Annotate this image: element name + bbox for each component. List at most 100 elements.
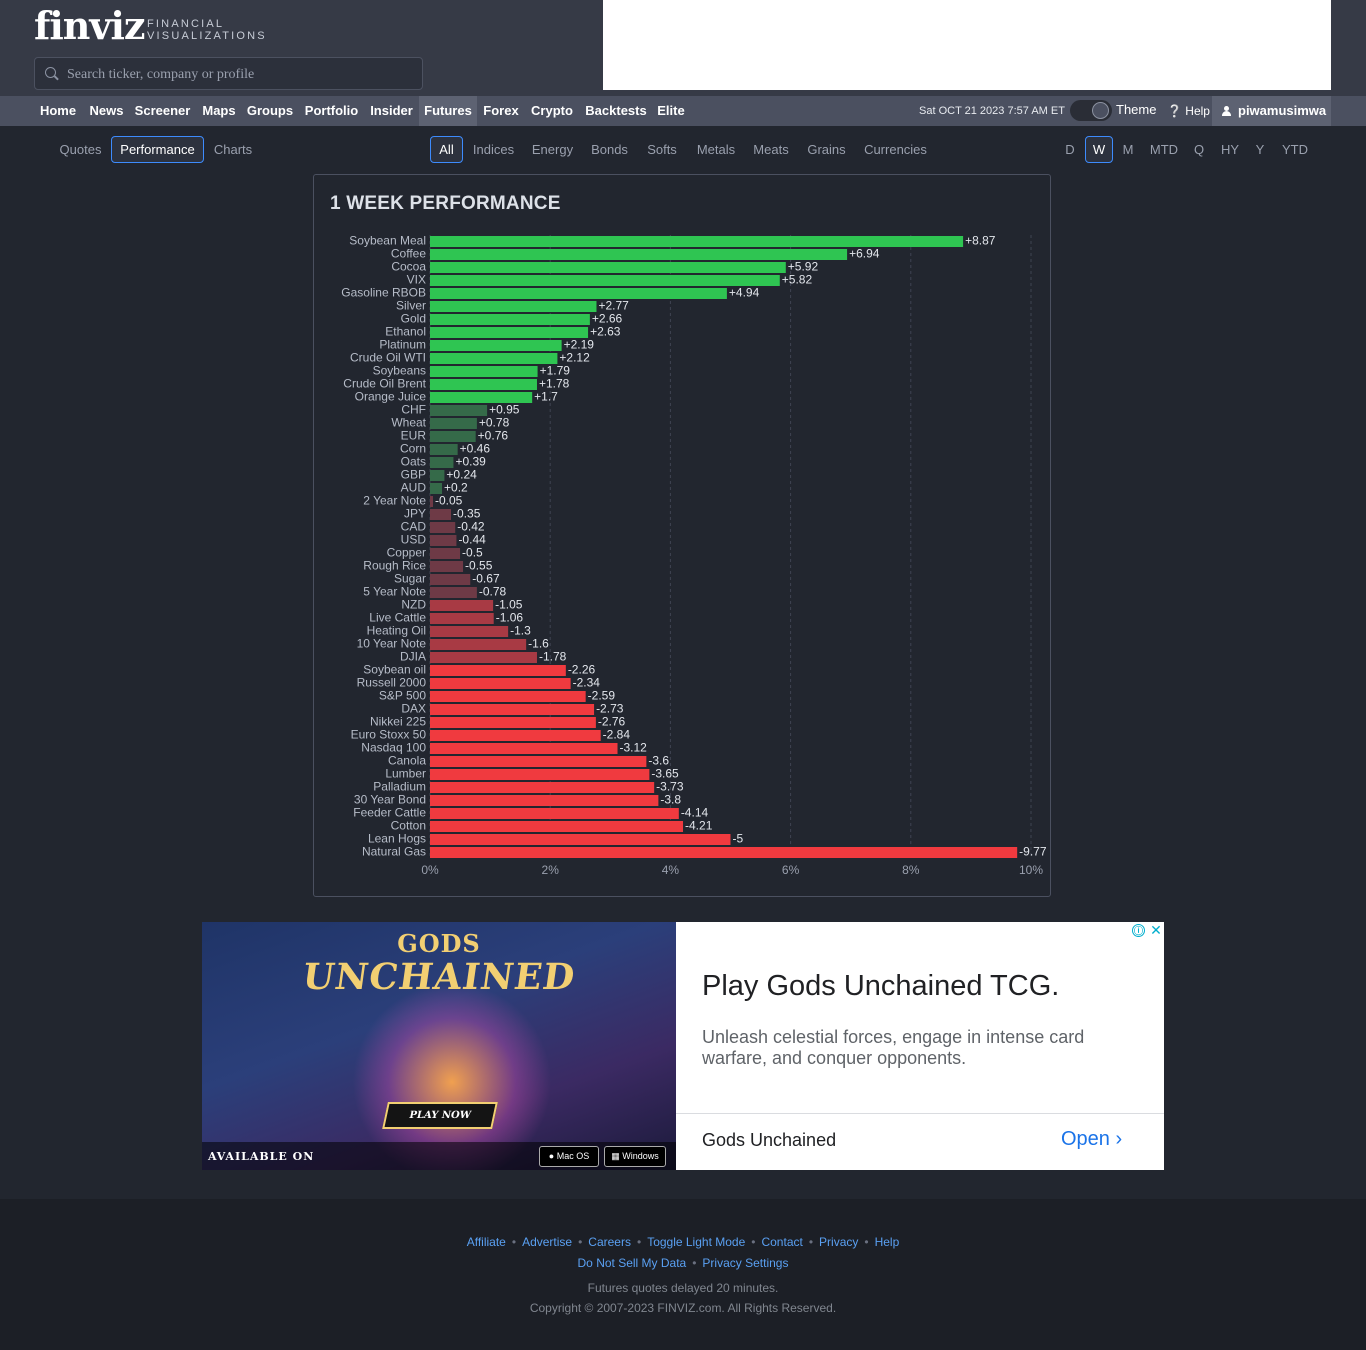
bar-soybean-meal[interactable] (430, 236, 964, 247)
nav-maps[interactable]: Maps (198, 96, 240, 126)
nav-screener[interactable]: Screener (131, 96, 194, 126)
footer-link-privacy[interactable]: Privacy (819, 1235, 858, 1249)
bar-eur[interactable] (430, 431, 476, 442)
top-ad-banner[interactable] (603, 0, 1331, 90)
bar-gbp[interactable] (430, 470, 445, 481)
ad-open-button[interactable]: Open › (1061, 1128, 1122, 1151)
bar-russell-2000[interactable] (430, 678, 571, 689)
view-tab-quotes[interactable]: Quotes (52, 136, 109, 163)
view-tab-performance[interactable]: Performance (111, 136, 204, 163)
group-tab-energy[interactable]: Energy (526, 136, 579, 163)
bar-orange-juice[interactable] (430, 392, 533, 403)
ad-headline[interactable]: Play Gods Unchained TCG. (702, 970, 1059, 1003)
finviz-logo[interactable]: finviz FINANCIAL VISUALIZATIONS (34, 6, 265, 46)
bar-ethanol[interactable] (430, 327, 589, 338)
bar-crude-oil-brent[interactable] (430, 379, 537, 390)
group-tab-meats[interactable]: Meats (747, 136, 795, 163)
footer-link-do-not-sell-my-data[interactable]: Do Not Sell My Data (578, 1256, 687, 1270)
bar-lumber[interactable] (430, 769, 650, 780)
bar-vix[interactable] (430, 275, 780, 286)
ad-brand-name[interactable]: Gods Unchained (702, 1130, 836, 1151)
group-tab-all[interactable]: All (430, 136, 463, 163)
bar-natural-gas[interactable] (430, 847, 1018, 858)
bar-euro-stoxx-50[interactable] (430, 730, 601, 741)
view-tab-charts[interactable]: Charts (205, 136, 261, 163)
bar-gold[interactable] (430, 314, 590, 325)
bar-gasoline-rbob[interactable] (430, 288, 727, 299)
period-tab-w[interactable]: W (1085, 136, 1113, 163)
bar-nikkei-225[interactable] (430, 717, 596, 728)
group-tab-grains[interactable]: Grains (802, 136, 851, 163)
nav-news[interactable]: News (84, 96, 129, 126)
bar-cocoa[interactable] (430, 262, 786, 273)
footer-link-affiliate[interactable]: Affiliate (467, 1235, 506, 1249)
bar-nzd[interactable] (430, 600, 494, 611)
bar-canola[interactable] (430, 756, 647, 767)
nav-forex[interactable]: Forex (479, 96, 523, 126)
bar-nasdaq-100[interactable] (430, 743, 618, 754)
bar-heating-oil[interactable] (430, 626, 509, 637)
footer-link-careers[interactable]: Careers (588, 1235, 631, 1249)
bar-dax[interactable] (430, 704, 595, 715)
period-tab-q[interactable]: Q (1188, 136, 1210, 163)
footer-link-contact[interactable]: Contact (761, 1235, 802, 1249)
bar-10-year-note[interactable] (430, 639, 527, 650)
bar-30-year-bond[interactable] (430, 795, 659, 806)
bar-chf[interactable] (430, 405, 488, 416)
bar-platinum[interactable] (430, 340, 562, 351)
footer-link-help[interactable]: Help (875, 1235, 900, 1249)
nav-crypto[interactable]: Crypto (525, 96, 579, 126)
theme-toggle[interactable] (1070, 100, 1112, 121)
bar-soybean-oil[interactable] (430, 665, 566, 676)
ad-close-icon[interactable]: ✕ (1149, 922, 1163, 938)
bar-cad[interactable] (430, 522, 456, 533)
bar-djia[interactable] (430, 652, 537, 663)
bar-rough-rice[interactable] (430, 561, 464, 572)
sponsored-ad[interactable]: GODS UNCHAINED PLAY NOW AVAILABLE ON ● M… (202, 922, 1164, 1170)
nav-backtests[interactable]: Backtests (580, 96, 652, 126)
search-box[interactable] (34, 57, 423, 91)
bar-feeder-cattle[interactable] (430, 808, 679, 819)
footer-link-advertise[interactable]: Advertise (522, 1235, 572, 1249)
bar-2-year-note[interactable] (430, 496, 434, 507)
nav-elite[interactable]: Elite (652, 96, 690, 126)
nav-portfolio[interactable]: Portfolio (300, 96, 363, 126)
bar-lean-hogs[interactable] (430, 834, 731, 845)
theme-label[interactable]: Theme (1116, 96, 1156, 124)
nav-groups[interactable]: Groups (243, 96, 297, 126)
group-tab-softs[interactable]: Softs (640, 136, 684, 163)
ad-info-icon[interactable]: ⓘ (1132, 924, 1145, 937)
bar-s-p-500[interactable] (430, 691, 586, 702)
bar-copper[interactable] (430, 548, 461, 559)
bar-coffee[interactable] (430, 249, 848, 260)
period-tab-y[interactable]: Y (1250, 136, 1270, 163)
help-link[interactable]: ❔ Help (1167, 96, 1210, 126)
footer-link-toggle-light-mode[interactable]: Toggle Light Mode (647, 1235, 745, 1249)
bar-corn[interactable] (430, 444, 458, 455)
bar-oats[interactable] (430, 457, 454, 468)
bar-live-cattle[interactable] (430, 613, 494, 624)
user-menu[interactable]: piwamusimwa (1212, 96, 1331, 126)
bar-palladium[interactable] (430, 782, 655, 793)
footer-link-privacy-settings[interactable]: Privacy Settings (702, 1256, 788, 1270)
bar-sugar[interactable] (430, 574, 471, 585)
group-tab-indices[interactable]: Indices (466, 136, 521, 163)
group-tab-currencies[interactable]: Currencies (858, 136, 933, 163)
nav-futures[interactable]: Futures (419, 96, 477, 126)
nav-home[interactable]: Home (34, 96, 82, 126)
bar-aud[interactable] (430, 483, 443, 494)
group-tab-bonds[interactable]: Bonds (586, 136, 633, 163)
group-tab-metals[interactable]: Metals (690, 136, 742, 163)
search-input[interactable] (65, 58, 409, 91)
bar-soybeans[interactable] (430, 366, 538, 377)
period-tab-hy[interactable]: HY (1214, 136, 1246, 163)
bar-5-year-note[interactable] (430, 587, 477, 598)
period-tab-ytd[interactable]: YTD (1276, 136, 1314, 163)
bar-cotton[interactable] (430, 821, 684, 832)
bar-usd[interactable] (430, 535, 457, 546)
bar-wheat[interactable] (430, 418, 477, 429)
ad-image[interactable]: GODS UNCHAINED PLAY NOW AVAILABLE ON ● M… (202, 922, 676, 1170)
bar-crude-oil-wti[interactable] (430, 353, 558, 364)
bar-jpy[interactable] (430, 509, 452, 520)
period-tab-d[interactable]: D (1058, 136, 1082, 163)
